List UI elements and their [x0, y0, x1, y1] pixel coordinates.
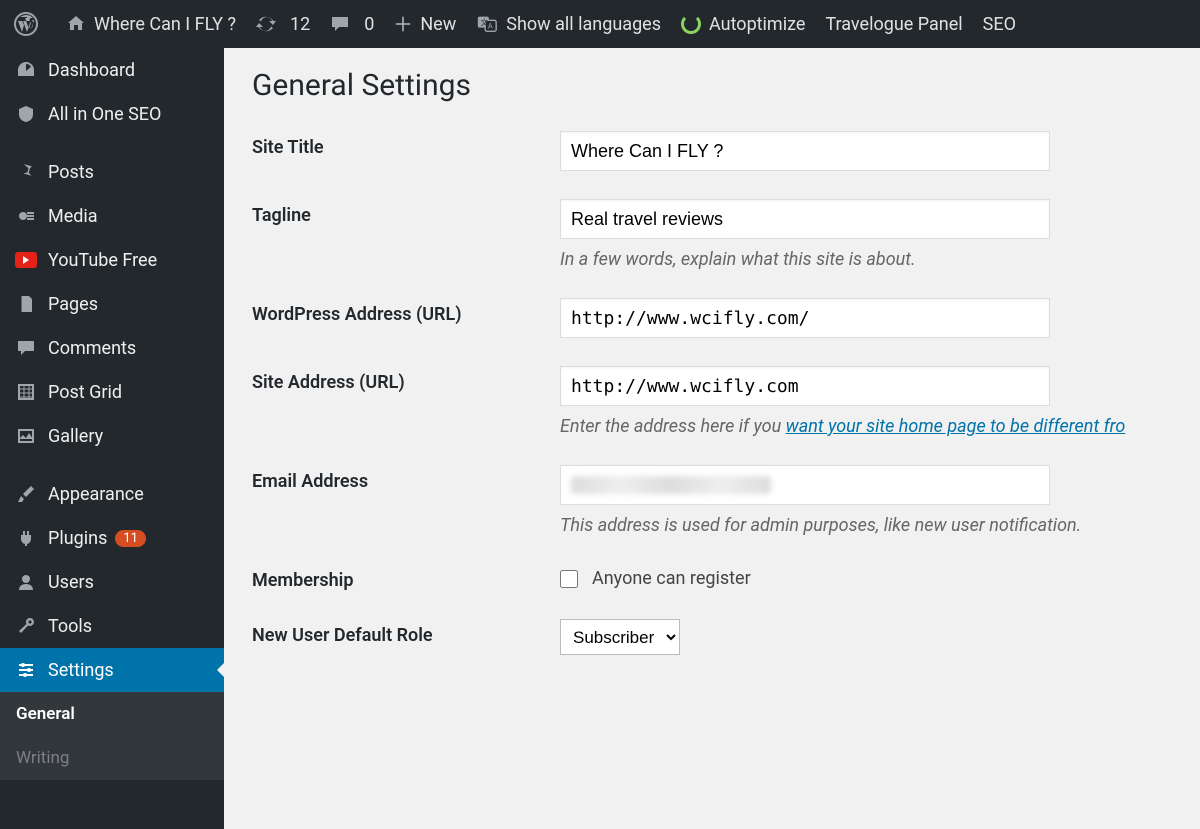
page-icon	[14, 294, 38, 314]
plug-icon	[14, 528, 38, 548]
sidebar-item-posts[interactable]: Posts	[0, 150, 224, 194]
languages-link[interactable]: 文A Show all languages	[466, 0, 671, 48]
row-tagline: Tagline In a few words, explain what thi…	[252, 199, 1172, 270]
comments-count: 0	[364, 14, 374, 35]
sidebar-sub-general[interactable]: General	[0, 692, 224, 736]
autoptimize-label: Autoptimize	[709, 14, 805, 35]
membership-checkbox[interactable]	[560, 570, 578, 588]
row-default-role: New User Default Role Subscriber	[252, 619, 1172, 655]
sidebar-item-plugins[interactable]: Plugins 11	[0, 516, 224, 560]
site-url-help-link[interactable]: want your site home page to be different…	[786, 416, 1126, 437]
sidebar-item-pages[interactable]: Pages	[0, 282, 224, 326]
email-description: This address is used for admin purposes,…	[560, 515, 1172, 536]
sidebar-item-media[interactable]: Media	[0, 194, 224, 238]
tagline-description: In a few words, explain what this site i…	[560, 249, 1172, 270]
default-role-label: New User Default Role	[252, 619, 560, 646]
pin-icon	[14, 162, 38, 182]
site-name-link[interactable]: Where Can I FLY ?	[56, 0, 246, 48]
tagline-label: Tagline	[252, 199, 560, 226]
dashboard-icon	[14, 60, 38, 80]
site-title-label: Site Title	[252, 131, 560, 158]
travelogue-link[interactable]: Travelogue Panel	[815, 0, 972, 48]
sidebar-item-tools[interactable]: Tools	[0, 604, 224, 648]
wp-url-label: WordPress Address (URL)	[252, 298, 560, 325]
membership-checkbox-label[interactable]: Anyone can register	[560, 564, 1172, 589]
membership-label: Membership	[252, 564, 560, 591]
updates-link[interactable]: 12	[246, 0, 320, 48]
autoptimize-link[interactable]: Autoptimize	[671, 0, 815, 48]
seo-link[interactable]: SEO	[973, 0, 1026, 48]
comment-icon	[14, 338, 38, 358]
shield-icon	[14, 104, 38, 124]
sidebar-item-dashboard[interactable]: Dashboard	[0, 48, 224, 92]
updates-count: 12	[290, 14, 310, 35]
sidebar-item-settings[interactable]: Settings	[0, 648, 224, 692]
travelogue-label: Travelogue Panel	[825, 14, 962, 35]
sidebar-item-users[interactable]: Users	[0, 560, 224, 604]
autoptimize-icon	[681, 14, 701, 34]
gallery-icon	[14, 426, 38, 446]
admin-bar: Where Can I FLY ? 12 0 New 文A Show all l…	[0, 0, 1200, 48]
youtube-icon	[14, 252, 38, 268]
email-input[interactable]	[560, 465, 1050, 505]
admin-sidebar: Dashboard All in One SEO Posts Media You…	[0, 48, 224, 829]
new-label: New	[420, 14, 456, 35]
email-label: Email Address	[252, 465, 560, 492]
grid-icon	[14, 382, 38, 402]
row-site-title: Site Title	[252, 131, 1172, 171]
wrench-icon	[14, 616, 38, 636]
languages-label: Show all languages	[506, 14, 661, 35]
new-content-link[interactable]: New	[384, 0, 466, 48]
sidebar-item-aioseo[interactable]: All in One SEO	[0, 92, 224, 136]
tagline-input[interactable]	[560, 199, 1050, 239]
brush-icon	[14, 484, 38, 504]
main-content: General Settings Site Title Tagline In a…	[224, 48, 1200, 829]
comments-link[interactable]: 0	[320, 0, 384, 48]
seo-label: SEO	[983, 14, 1016, 35]
sidebar-item-postgrid[interactable]: Post Grid	[0, 370, 224, 414]
default-role-select[interactable]: Subscriber	[560, 619, 680, 655]
sidebar-sub-writing[interactable]: Writing	[0, 736, 224, 780]
page-title: General Settings	[252, 68, 1172, 103]
row-wp-url: WordPress Address (URL)	[252, 298, 1172, 338]
row-email: Email Address This address is used for a…	[252, 465, 1172, 536]
sidebar-item-comments[interactable]: Comments	[0, 326, 224, 370]
site-url-description: Enter the address here if you want your …	[560, 416, 1172, 437]
site-url-input[interactable]	[560, 366, 1050, 406]
user-icon	[14, 572, 38, 592]
sliders-icon	[14, 660, 38, 680]
row-site-url: Site Address (URL) Enter the address her…	[252, 366, 1172, 437]
site-url-label: Site Address (URL)	[252, 366, 560, 393]
svg-text:A: A	[488, 22, 493, 31]
row-membership: Membership Anyone can register	[252, 564, 1172, 591]
sidebar-item-youtube[interactable]: YouTube Free	[0, 238, 224, 282]
media-icon	[14, 206, 38, 226]
wp-logo[interactable]	[8, 0, 56, 48]
sidebar-item-gallery[interactable]: Gallery	[0, 414, 224, 458]
site-name: Where Can I FLY ?	[94, 14, 236, 35]
site-title-input[interactable]	[560, 131, 1050, 171]
sidebar-item-appearance[interactable]: Appearance	[0, 472, 224, 516]
plugins-badge: 11	[115, 530, 146, 547]
wp-url-input[interactable]	[560, 298, 1050, 338]
